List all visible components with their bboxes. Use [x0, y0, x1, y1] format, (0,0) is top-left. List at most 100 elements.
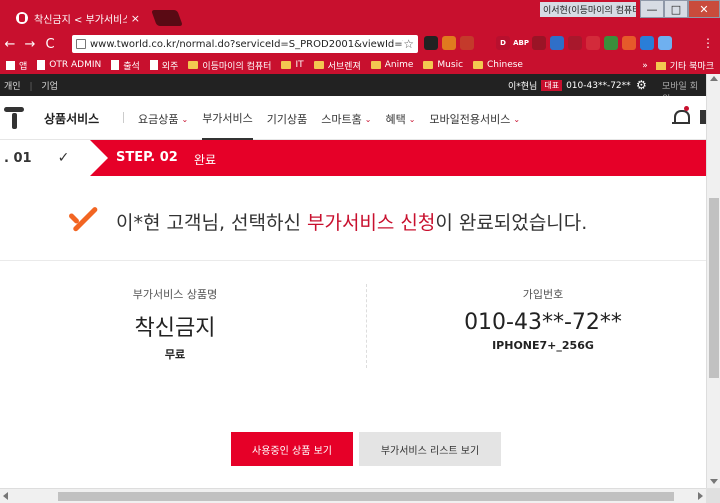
view-service-list-button[interactable]: 부가서비스 리스트 보기	[359, 432, 501, 466]
bookmark-item[interactable]: OTR ADMIN	[37, 60, 101, 70]
address-bar[interactable]: ☆	[72, 35, 418, 53]
tab-close-icon[interactable]: ×	[131, 12, 140, 25]
page-icon	[149, 60, 158, 70]
folder-icon	[281, 61, 292, 69]
gnb-title[interactable]: 상품서비스	[44, 110, 99, 127]
section-divider	[0, 260, 706, 261]
page-info-icon[interactable]	[76, 39, 86, 49]
global-nav: 상품서비스 요금상품 ⌄ 부가서비스 기기상품 스마트홈 ⌄ 혜택 ⌄ 모바일전용서비스 ⌄	[0, 96, 706, 140]
browser-titlebar: 착신금지 < 부가서비스 × 이서현(이등마이의 컴퓨터)... — □ ✕	[0, 0, 720, 32]
gnb-item-label: 혜택	[385, 113, 406, 126]
bookmark-item[interactable]: IT	[281, 60, 304, 70]
gnb-item[interactable]: 스마트홈 ⌄	[321, 110, 371, 140]
util-personal-link[interactable]: 개인	[4, 82, 21, 92]
gnb-item-label: 스마트홈	[321, 113, 362, 126]
ext-orange-icon[interactable]	[442, 36, 456, 50]
chevron-down-icon: ⌄	[513, 114, 521, 124]
gnb-item[interactable]: 부가서비스	[202, 110, 253, 140]
ext-cloud-icon[interactable]	[658, 36, 672, 50]
page-icon	[37, 60, 46, 70]
bookmark-label: Music	[437, 60, 464, 70]
bookmark-item[interactable]: 외주	[149, 59, 179, 72]
folder-icon	[423, 61, 434, 69]
bookmark-label: 앱	[19, 61, 28, 72]
minimize-button[interactable]: —	[640, 0, 664, 18]
subscriber-label: 가입번호	[522, 288, 564, 301]
folder-icon	[655, 61, 666, 70]
step-bar: . 01 ✓ STEP. 02 완료	[0, 140, 706, 176]
subscriber-number: 010-43**-72**	[464, 310, 622, 335]
bookmark-item[interactable]: Music	[423, 60, 463, 70]
service-info: 부가서비스 상품명 착신금지 무료	[0, 286, 350, 362]
browser-tab[interactable]: 착신금지 < 부가서비스 ×	[8, 4, 148, 32]
scrollbar-corner	[706, 488, 720, 503]
checkmark-icon	[64, 206, 106, 236]
chevron-down-icon: ⌄	[408, 114, 416, 124]
ext-hat-icon[interactable]	[640, 36, 654, 50]
gnb-item-label: 부가서비스	[202, 112, 253, 125]
close-window-button[interactable]: ✕	[688, 0, 720, 18]
bookmark-item[interactable]: 출석	[111, 59, 140, 72]
bookmarks-more-button[interactable]: »	[642, 61, 648, 71]
gnb-item[interactable]: 기기상품	[267, 110, 307, 140]
horizontal-scroll-thumb[interactable]	[58, 492, 674, 501]
chevron-down-icon: ⌄	[364, 114, 372, 124]
service-name: 착신금지	[134, 316, 216, 341]
vertical-scroll-thumb[interactable]	[709, 198, 719, 378]
reload-button[interactable]: C	[40, 34, 60, 54]
back-button[interactable]: ←	[0, 34, 20, 54]
ext-gear-icon[interactable]	[532, 36, 546, 50]
scroll-up-icon[interactable]	[710, 76, 718, 81]
maximize-button[interactable]: □	[664, 0, 688, 18]
t-logo-icon[interactable]	[4, 107, 28, 129]
other-bookmarks[interactable]: 기타 북마크	[670, 59, 714, 72]
tworld-favicon-icon	[16, 12, 28, 24]
vertical-scrollbar[interactable]	[706, 74, 720, 488]
action-buttons: 사용중인 상품 보기 부가서비스 리스트 보기	[231, 432, 501, 466]
ext-circle-icon[interactable]	[478, 36, 492, 50]
ext-square-icon[interactable]	[622, 36, 636, 50]
ext-d-icon[interactable]: D	[496, 36, 510, 50]
gnb-item[interactable]: 혜택 ⌄	[385, 110, 415, 140]
ext-abp-icon[interactable]: ABP	[513, 36, 529, 50]
representative-badge: 대표	[541, 80, 563, 91]
bookmark-item[interactable]: Anime	[370, 60, 413, 70]
bookmark-item[interactable]: 앱	[6, 59, 27, 72]
bookmark-item[interactable]: 이등마이의 컴퓨터	[188, 59, 271, 72]
gnb-menu: 요금상품 ⌄ 부가서비스 기기상품 스마트홈 ⌄ 혜택 ⌄ 모바일전용서비스 ⌄	[138, 110, 520, 140]
window-title: 이서현(이등마이의 컴퓨터)...	[540, 2, 636, 17]
page-content: 상품서비스 요금상품 ⌄ 부가서비스 기기상품 스마트홈 ⌄ 혜택 ⌄ 모바일전용서비스 ⌄ . …	[0, 96, 706, 488]
url-input[interactable]	[90, 38, 404, 50]
scroll-down-icon[interactable]	[710, 479, 718, 484]
ext-box-icon[interactable]	[568, 36, 582, 50]
scroll-left-icon[interactable]	[3, 492, 8, 500]
service-price: 무료	[164, 348, 186, 361]
ext-camera-icon[interactable]	[460, 36, 474, 50]
forward-button[interactable]: →	[20, 34, 40, 54]
ext-mail-icon[interactable]	[550, 36, 564, 50]
bookmark-item[interactable]: 서브렌져	[313, 59, 361, 72]
tab-title: 착신금지 < 부가서비스	[34, 14, 127, 26]
gnb-item-label: 기기상품	[266, 113, 308, 126]
new-tab-button[interactable]	[151, 10, 183, 26]
bookmark-label: 이등마이의 컴퓨터	[202, 61, 272, 72]
gnb-item[interactable]: 요금상품 ⌄	[138, 110, 188, 140]
util-user-info[interactable]: 이*현님 대표 010-43**-72**	[508, 79, 631, 92]
gnb-item[interactable]: 모바일전용서비스 ⌄	[429, 110, 520, 140]
bookmark-label: 외주	[161, 61, 179, 72]
bookmark-item[interactable]: Chinese	[473, 60, 523, 70]
util-business-link[interactable]: 기업	[41, 82, 58, 92]
settings-gear-icon[interactable]: ⚙	[636, 78, 647, 92]
browser-menu-icon[interactable]: ⋮	[702, 36, 714, 50]
ext-dark-icon[interactable]	[424, 36, 438, 50]
bookmark-label: 서브렌져	[327, 61, 361, 72]
scroll-right-icon[interactable]	[698, 492, 703, 500]
ext-screen-icon[interactable]	[586, 36, 600, 50]
ext-drive-icon[interactable]	[604, 36, 618, 50]
horizontal-scrollbar[interactable]	[0, 488, 706, 503]
folder-icon	[370, 61, 381, 69]
bookmarks-right: » 기타 북마크	[642, 59, 714, 73]
view-my-products-button[interactable]: 사용중인 상품 보기	[231, 432, 353, 466]
gnb-item-label: 모바일전용서비스	[429, 113, 511, 126]
bookmark-star-icon[interactable]: ☆	[403, 37, 414, 51]
